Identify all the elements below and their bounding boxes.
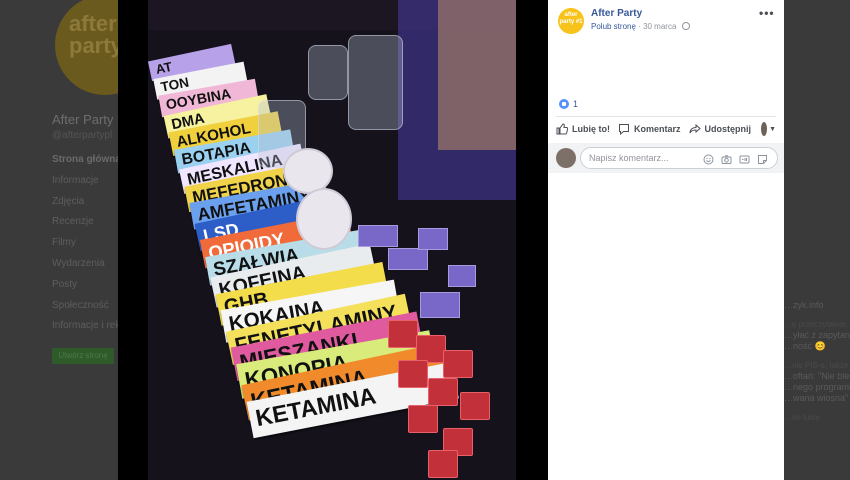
photo-cup bbox=[296, 188, 352, 250]
post-meta: Polub stronę · 30 marca bbox=[591, 22, 690, 31]
snippet-line: …ę przeczytałem bbox=[784, 320, 846, 329]
nav-item: Informacje i reklamy bbox=[52, 320, 122, 332]
snippet-line: …oftań: "Nie blerzcie bbox=[784, 371, 850, 381]
camera-icon[interactable] bbox=[721, 152, 732, 164]
reaction-count: 1 bbox=[573, 99, 579, 109]
more-options-icon[interactable]: ••• bbox=[759, 6, 775, 20]
nav-item: Informacje bbox=[52, 174, 99, 186]
photo-card bbox=[418, 228, 448, 250]
snippet-line: …nie PIS-e, także bbox=[784, 361, 849, 370]
post-panel: after party #1 After Party Polub stronę … bbox=[548, 0, 784, 480]
photo-pack bbox=[460, 392, 490, 420]
photo-card bbox=[388, 248, 428, 270]
divider bbox=[556, 116, 776, 117]
photo-card bbox=[420, 292, 460, 318]
share-button-label: Udostępnij bbox=[704, 124, 752, 134]
snippet-title: …zyk.info bbox=[784, 300, 824, 310]
nav-item: Zdjęcia bbox=[52, 195, 85, 207]
nav-item: Recenzje bbox=[52, 216, 94, 228]
photo-pack bbox=[388, 320, 418, 348]
snippet-line: …yłać z zapytaniem bbox=[784, 330, 850, 340]
globe-icon bbox=[681, 22, 690, 30]
nav-item: Posty bbox=[52, 278, 78, 290]
thumbs-up-icon bbox=[556, 123, 568, 135]
page-name-link[interactable]: After Party bbox=[591, 8, 642, 19]
background-cta-button: Utwórz stronę bbox=[52, 348, 114, 364]
snippet-line: …wana wiosna" bbox=[784, 393, 849, 403]
comment-button-label: Komentarz bbox=[634, 124, 681, 134]
photo-pack bbox=[428, 378, 458, 406]
photo-viewer[interactable]: AT TON OOYBINA DMA ALKOHOL BOTAPIA MESKALINA ME… bbox=[118, 0, 548, 480]
photo-pack bbox=[416, 335, 446, 363]
photo-pack bbox=[443, 350, 473, 378]
post-actions: Lubię to! Komentarz Udostępnij ▼ bbox=[556, 120, 776, 138]
comment-icon bbox=[619, 124, 629, 135]
photo-card bbox=[358, 225, 398, 247]
photo-pack bbox=[408, 405, 438, 433]
like-button-label: Lubię to! bbox=[572, 124, 610, 134]
photo-jar bbox=[308, 45, 348, 100]
post-date[interactable]: 30 marca bbox=[643, 22, 676, 31]
photo: AT TON OOYBINA DMA ALKOHOL BOTAPIA MESKALINA ME… bbox=[148, 0, 516, 480]
photo-pack bbox=[428, 450, 458, 478]
snippet-line: …nego programu "Tw bbox=[784, 382, 850, 392]
photo-card bbox=[448, 265, 476, 287]
share-button[interactable]: Udostępnij bbox=[689, 123, 752, 135]
nav-item: Wydarzenia bbox=[52, 257, 105, 269]
like-button[interactable]: Lubię to! bbox=[556, 123, 610, 135]
meta-separator: · bbox=[638, 22, 641, 31]
snippet-line: …ne lubię bbox=[784, 413, 821, 422]
sticker-icon[interactable] bbox=[757, 152, 768, 164]
chevron-down-icon[interactable]: ▼ bbox=[769, 126, 776, 133]
gif-icon[interactable] bbox=[739, 152, 750, 164]
photo-wall bbox=[438, 0, 516, 150]
background-sidebar-snippet: …zyk.info …ę przeczytałem …yłać z zapyta… bbox=[784, 300, 850, 480]
comment-composer bbox=[548, 143, 784, 173]
nav-item: Społeczność bbox=[52, 299, 109, 311]
page-avatar[interactable]: after party #1 bbox=[558, 8, 584, 34]
reactions-summary[interactable]: 1 bbox=[559, 98, 578, 110]
photo-pack bbox=[398, 360, 428, 388]
emoji-icon[interactable] bbox=[703, 152, 714, 165]
like-reaction-icon bbox=[559, 99, 569, 109]
share-as-avatar[interactable] bbox=[761, 122, 768, 136]
background-page-title: After Party bbox=[52, 112, 114, 127]
snippet-line: …ność 😊 bbox=[784, 341, 826, 351]
user-avatar bbox=[556, 148, 576, 168]
comment-tools bbox=[703, 152, 775, 165]
background-page-handle: @afterpartypl bbox=[52, 130, 113, 141]
nav-item: Strona główna bbox=[52, 154, 121, 165]
nav-item: Filmy bbox=[52, 237, 76, 249]
photo-jar bbox=[348, 35, 403, 130]
like-page-link[interactable]: Polub stronę bbox=[591, 22, 636, 31]
background-page-nav: Strona główna Informacje Zdjęcia Recenzj… bbox=[52, 150, 122, 337]
share-icon bbox=[689, 123, 701, 134]
comment-button[interactable]: Komentarz bbox=[618, 123, 681, 135]
